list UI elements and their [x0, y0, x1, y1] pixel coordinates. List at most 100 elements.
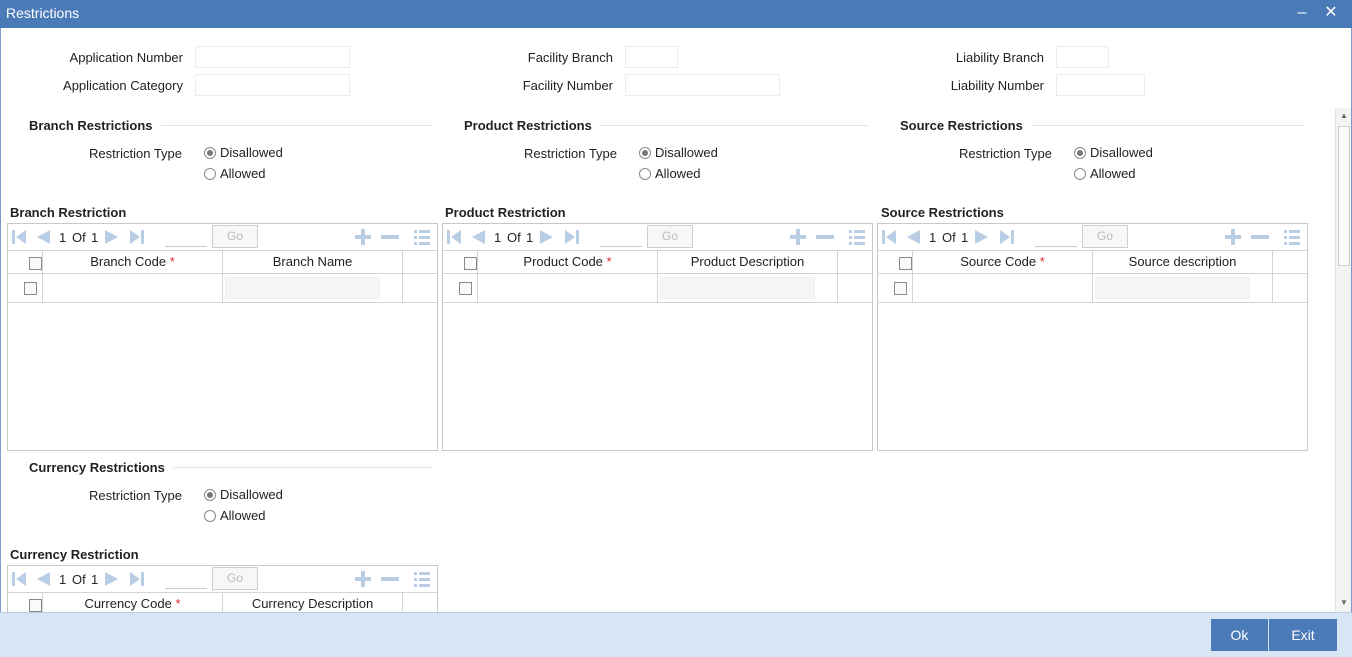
required-marker: * — [169, 254, 175, 269]
currency-allowed-radio[interactable]: Allowed — [204, 508, 266, 523]
next-page-icon[interactable] — [973, 228, 991, 246]
next-page-icon[interactable] — [103, 228, 121, 246]
previous-page-icon[interactable] — [469, 228, 487, 246]
delete-row-icon[interactable] — [381, 228, 399, 246]
branch-code-header[interactable]: Branch Code * — [43, 251, 223, 274]
product-allowed-radio[interactable]: Allowed — [639, 166, 701, 181]
liability-number-field[interactable] — [1056, 74, 1145, 96]
scroll-up-icon[interactable]: ▲ — [1336, 109, 1351, 123]
source-code-header[interactable]: Source Code * — [913, 251, 1093, 274]
last-page-icon[interactable] — [128, 570, 146, 588]
last-page-icon[interactable] — [563, 228, 581, 246]
branch-grid: 1 Of 1 Go Branch Code * Branch Name — [7, 223, 438, 451]
single-view-icon[interactable] — [413, 228, 431, 246]
branch-allowed-radio[interactable]: Allowed — [204, 166, 266, 181]
currency-code-header[interactable]: Currency Code * — [43, 593, 223, 612]
next-page-icon[interactable] — [103, 570, 121, 588]
page-number-input[interactable] — [165, 567, 207, 589]
delete-row-icon[interactable] — [1251, 228, 1269, 246]
window-title: Restrictions — [6, 5, 80, 21]
add-row-icon[interactable] — [1224, 228, 1242, 246]
source-disallowed-radio[interactable]: Disallowed — [1074, 145, 1153, 160]
add-row-icon[interactable] — [789, 228, 807, 246]
close-icon[interactable]: ✕ — [1321, 2, 1341, 24]
currency-description-header[interactable]: Currency Description — [223, 593, 403, 612]
last-page-icon[interactable] — [128, 228, 146, 246]
first-page-icon[interactable] — [880, 228, 898, 246]
liability-branch-field[interactable] — [1056, 46, 1109, 68]
page-number-input[interactable] — [600, 225, 642, 247]
delete-row-icon[interactable] — [816, 228, 834, 246]
row-checkbox[interactable] — [459, 282, 472, 295]
add-row-icon[interactable] — [354, 570, 372, 588]
go-button[interactable]: Go — [647, 225, 693, 248]
add-row-icon[interactable] — [354, 228, 372, 246]
previous-page-icon[interactable] — [34, 228, 52, 246]
row-checkbox[interactable] — [894, 282, 907, 295]
liability-number-label: Liability Number — [950, 78, 1044, 93]
go-button[interactable]: Go — [1082, 225, 1128, 248]
select-all-checkbox[interactable] — [899, 257, 912, 270]
page-number-input[interactable] — [165, 225, 207, 247]
disallowed-label: Disallowed — [1090, 145, 1153, 160]
radio-selected-icon — [204, 146, 216, 159]
facility-branch-label: Facility Branch — [527, 50, 613, 65]
select-all-checkbox[interactable] — [29, 599, 42, 612]
exit-button[interactable]: Exit — [1269, 619, 1337, 651]
row-select-cell — [8, 274, 43, 303]
previous-page-icon[interactable] — [904, 228, 922, 246]
application-number-field[interactable] — [195, 46, 350, 68]
liability-branch-label: Liability Branch — [955, 50, 1044, 65]
table-row — [8, 274, 437, 303]
currency-disallowed-radio[interactable]: Disallowed — [204, 487, 283, 502]
previous-page-icon[interactable] — [34, 570, 52, 588]
single-view-icon[interactable] — [413, 570, 431, 588]
application-category-field[interactable] — [195, 74, 350, 96]
product-code-header[interactable]: Product Code * — [478, 251, 658, 274]
first-page-icon[interactable] — [10, 570, 28, 588]
product-disallowed-radio[interactable]: Disallowed — [639, 145, 718, 160]
product-description-cell — [658, 274, 838, 303]
last-page-icon[interactable] — [998, 228, 1016, 246]
product-grid: 1 Of 1 Go Product Code * Product Descrip… — [442, 223, 873, 451]
product-grid-title: Product Restriction — [445, 205, 566, 220]
single-view-icon[interactable] — [848, 228, 866, 246]
next-page-icon[interactable] — [538, 228, 556, 246]
vertical-scrollbar[interactable]: ▲ ▼ — [1335, 108, 1351, 612]
select-all-checkbox[interactable] — [29, 257, 42, 270]
branch-disallowed-radio[interactable]: Disallowed — [204, 145, 283, 160]
product-description-header[interactable]: Product Description — [658, 251, 838, 274]
source-description-cell — [1093, 274, 1273, 303]
page-number-input[interactable] — [1035, 225, 1077, 247]
restrictions-form: Application Number Application Category … — [0, 28, 1352, 612]
first-page-icon[interactable] — [445, 228, 463, 246]
disallowed-label: Disallowed — [655, 145, 718, 160]
scroll-down-icon[interactable]: ▼ — [1336, 596, 1351, 610]
radio-unselected-icon — [639, 167, 651, 180]
first-page-icon[interactable] — [10, 228, 28, 246]
select-all-checkbox[interactable] — [464, 257, 477, 270]
grid-header: Source Code * Source description — [878, 250, 1307, 274]
branch-code-cell — [43, 274, 223, 303]
facility-number-field[interactable] — [625, 74, 780, 96]
facility-branch-field[interactable] — [625, 46, 678, 68]
grid-toolbar: 1 Of 1 Go — [8, 566, 437, 592]
source-allowed-radio[interactable]: Allowed — [1074, 166, 1136, 181]
branch-code-header-label: Branch Code — [90, 254, 167, 269]
grid-toolbar: 1 Of 1 Go — [8, 224, 437, 250]
row-checkbox[interactable] — [24, 282, 37, 295]
ok-button[interactable]: Ok — [1211, 619, 1268, 651]
go-button[interactable]: Go — [212, 225, 258, 248]
go-button[interactable]: Go — [212, 567, 258, 590]
source-restrictions-title: Source Restrictions — [900, 118, 1031, 133]
pager-of: Of — [507, 230, 521, 245]
source-description-header[interactable]: Source description — [1093, 251, 1273, 274]
single-view-icon[interactable] — [1283, 228, 1301, 246]
delete-row-icon[interactable] — [381, 570, 399, 588]
pager-current: 1 — [929, 230, 937, 245]
select-all-cell — [8, 593, 43, 612]
minimize-icon[interactable]: ‒ — [1292, 2, 1312, 24]
table-row — [878, 274, 1307, 303]
branch-name-header[interactable]: Branch Name — [223, 251, 403, 274]
scroll-thumb[interactable] — [1338, 126, 1350, 266]
